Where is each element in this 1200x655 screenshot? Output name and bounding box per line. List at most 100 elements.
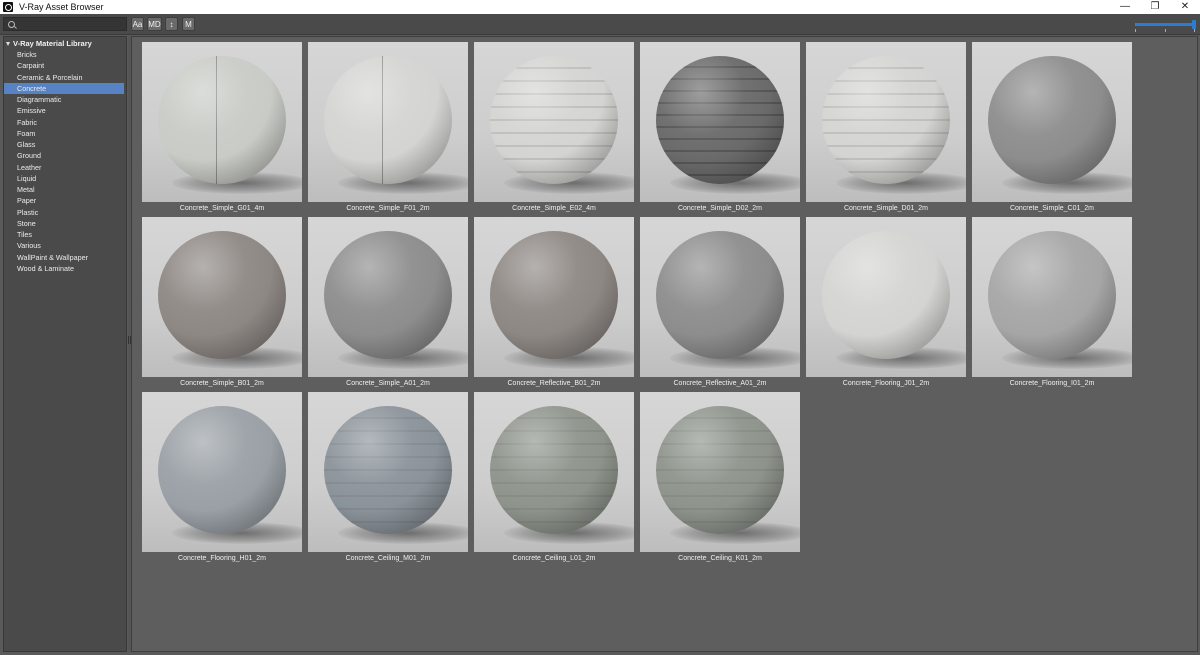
slider-ticks — [1135, 29, 1195, 32]
material-preview-image[interactable] — [308, 217, 468, 377]
material-tile[interactable]: Concrete_Simple_A01_2m — [308, 217, 468, 391]
category-item-wood-laminate[interactable]: Wood & Laminate — [4, 263, 126, 274]
menu-button[interactable]: M — [182, 17, 195, 31]
search-icon — [8, 20, 15, 28]
match-case-button[interactable]: Aa — [131, 17, 144, 31]
sphere-texture — [822, 56, 950, 184]
category-item-liquid[interactable]: Liquid — [4, 173, 126, 184]
material-grid: Concrete_Simple_G01_4m Concrete_Simple_F0… — [131, 36, 1198, 652]
material-preview-image[interactable] — [142, 42, 302, 202]
category-item-wallpaint-wallpaper[interactable]: WallPaint & Wallpaper — [4, 252, 126, 263]
material-preview-image[interactable] — [640, 392, 800, 552]
category-item-tiles[interactable]: Tiles — [4, 229, 126, 240]
category-item-stone[interactable]: Stone — [4, 218, 126, 229]
material-preview-image[interactable] — [474, 217, 634, 377]
material-preview-image[interactable] — [474, 42, 634, 202]
restore-button[interactable]: ❐ — [1140, 0, 1170, 14]
slider-tick — [1135, 29, 1136, 32]
sort-button[interactable]: ↕ — [165, 17, 178, 31]
material-name: Concrete_Simple_G01_4m — [179, 205, 265, 212]
close-button[interactable]: ✕ — [1170, 0, 1200, 14]
material-tile[interactable]: Concrete_Simple_B01_2m — [142, 217, 302, 391]
category-item-metal[interactable]: Metal — [4, 184, 126, 195]
window-controls: — ❐ ✕ — [1110, 0, 1200, 14]
material-name: Concrete_Simple_B01_2m — [180, 380, 264, 387]
category-item-emissive[interactable]: Emissive — [4, 105, 126, 116]
material-sphere — [324, 56, 452, 184]
material-tile[interactable]: Concrete_Flooring_I01_2m — [972, 217, 1132, 391]
material-sphere — [988, 56, 1116, 184]
material-name: Concrete_Simple_C01_2m — [1009, 205, 1095, 212]
material-preview-image[interactable] — [972, 217, 1132, 377]
material-preview-image[interactable] — [474, 392, 634, 552]
sphere-texture — [324, 406, 452, 534]
material-preview-image[interactable] — [806, 217, 966, 377]
material-name: Concrete_Ceiling_M01_2m — [345, 555, 431, 562]
material-name: Concrete_Simple_A01_2m — [346, 380, 430, 387]
sphere-seam — [216, 56, 217, 184]
material-preview-image[interactable] — [640, 217, 800, 377]
material-tile[interactable]: Concrete_Simple_G01_4m — [142, 42, 302, 216]
material-sphere — [822, 56, 950, 184]
material-tile[interactable]: Concrete_Ceiling_M01_2m — [308, 392, 468, 566]
material-preview-image[interactable] — [142, 217, 302, 377]
title-bar: V-Ray Asset Browser — ❐ ✕ — [0, 0, 1200, 14]
category-item-leather[interactable]: Leather — [4, 162, 126, 173]
material-tile[interactable]: Concrete_Simple_E02_4m — [474, 42, 634, 216]
material-tile[interactable]: Concrete_Simple_C01_2m — [972, 42, 1132, 216]
expand-caret-icon[interactable] — [6, 41, 10, 46]
sphere-texture — [490, 56, 618, 184]
sphere-texture — [656, 406, 784, 534]
tree-root-vray-material-library[interactable]: V-Ray Material Library — [4, 38, 126, 49]
material-tile[interactable]: Concrete_Reflective_B01_2m — [474, 217, 634, 391]
material-name: Concrete_Ceiling_K01_2m — [678, 555, 762, 562]
material-tile[interactable]: Concrete_Simple_D02_2m — [640, 42, 800, 216]
slider-fill — [1135, 23, 1195, 26]
category-item-diagrammatic[interactable]: Diagrammatic — [4, 94, 126, 105]
category-item-concrete[interactable]: Concrete — [4, 82, 124, 94]
category-item-ceramic-porcelain[interactable]: Ceramic & Porcelain — [4, 72, 126, 83]
material-preview-image[interactable] — [972, 42, 1132, 202]
category-item-plastic[interactable]: Plastic — [4, 207, 126, 218]
material-tile[interactable]: Concrete_Ceiling_L01_2m — [474, 392, 634, 566]
search-box[interactable] — [3, 17, 127, 31]
material-sphere — [656, 231, 784, 359]
material-tile[interactable]: Concrete_Reflective_A01_2m — [640, 217, 800, 391]
material-name: Concrete_Flooring_H01_2m — [178, 555, 266, 562]
material-tile[interactable]: Concrete_Simple_D01_2m — [806, 42, 966, 216]
thumbnail-size-slider[interactable] — [1135, 19, 1196, 33]
category-item-bricks[interactable]: Bricks — [4, 49, 126, 60]
category-item-ground[interactable]: Ground — [4, 150, 126, 161]
material-preview-image[interactable] — [640, 42, 800, 202]
category-item-glass[interactable]: Glass — [4, 139, 126, 150]
material-tile[interactable]: Concrete_Ceiling_K01_2m — [640, 392, 800, 566]
material-sphere — [490, 231, 618, 359]
material-preview-image[interactable] — [308, 42, 468, 202]
material-sphere — [656, 406, 784, 534]
sphere-texture — [656, 56, 784, 184]
material-sphere — [988, 231, 1116, 359]
material-name: Concrete_Simple_D02_2m — [677, 205, 763, 212]
category-item-carpaint[interactable]: Carpaint — [4, 60, 126, 71]
category-item-fabric[interactable]: Fabric — [4, 117, 126, 128]
material-preview-image[interactable] — [142, 392, 302, 552]
slider-tick — [1194, 29, 1195, 32]
material-tile[interactable]: Concrete_Simple_F01_2m — [308, 42, 468, 216]
material-name: Concrete_Reflective_A01_2m — [673, 380, 767, 387]
minimize-button[interactable]: — — [1110, 0, 1140, 14]
material-preview-image[interactable] — [308, 392, 468, 552]
material-preview-image[interactable] — [806, 42, 966, 202]
material-sphere — [158, 406, 286, 534]
window-title: V-Ray Asset Browser — [19, 2, 104, 12]
category-item-paper[interactable]: Paper — [4, 195, 126, 206]
material-display-button[interactable]: MD — [147, 17, 162, 31]
search-input[interactable] — [19, 19, 119, 29]
material-tile[interactable]: Concrete_Flooring_J01_2m — [806, 217, 966, 391]
category-item-various[interactable]: Various — [4, 240, 126, 251]
slider-handle[interactable] — [1192, 20, 1196, 29]
material-name: Concrete_Flooring_I01_2m — [1009, 380, 1095, 387]
category-item-foam[interactable]: Foam — [4, 128, 126, 139]
material-name: Concrete_Reflective_B01_2m — [507, 380, 601, 387]
material-tile[interactable]: Concrete_Flooring_H01_2m — [142, 392, 302, 566]
material-sphere — [490, 56, 618, 184]
